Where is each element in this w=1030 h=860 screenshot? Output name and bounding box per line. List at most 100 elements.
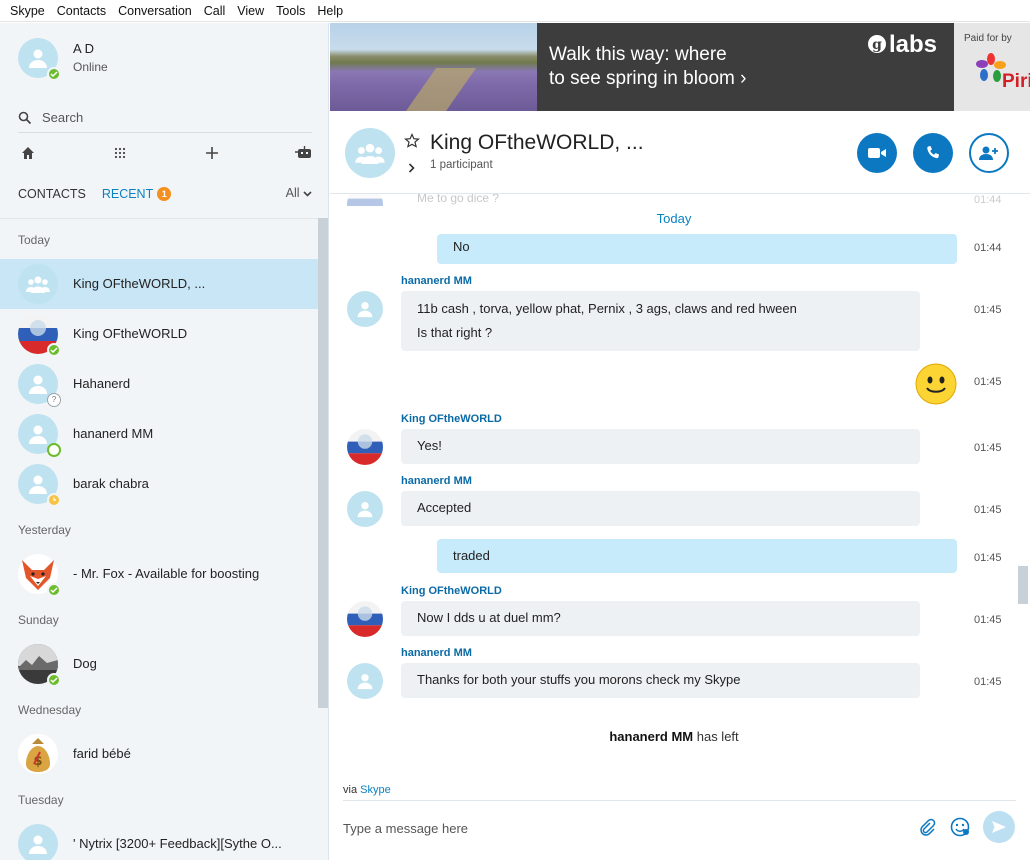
chevron-right-icon[interactable] bbox=[408, 161, 415, 176]
via-skype-link[interactable]: Skype bbox=[360, 784, 391, 796]
section-header: Wednesday bbox=[18, 703, 82, 717]
dialpad-button[interactable] bbox=[110, 143, 130, 163]
offline-status-icon bbox=[47, 443, 61, 457]
message-time: 01:45 bbox=[974, 676, 1002, 688]
audio-call-button[interactable] bbox=[913, 133, 953, 173]
person-icon bbox=[29, 425, 47, 444]
menu-call[interactable]: Call bbox=[198, 0, 232, 22]
section-header: Yesterday bbox=[18, 523, 71, 537]
via-label: via Skype bbox=[343, 784, 391, 796]
message-sender: hananerd MM bbox=[401, 275, 472, 287]
contact-name: King OFtheWORLD, ... bbox=[73, 276, 206, 291]
day-separator: Today bbox=[656, 211, 692, 226]
message-time: 01:45 bbox=[974, 504, 1002, 516]
profile-name: A D bbox=[73, 41, 94, 56]
message-bubble-incoming[interactable]: 11b cash , torva, yellow phat, Pernix , … bbox=[401, 291, 920, 351]
person-icon bbox=[357, 674, 373, 690]
emoticon-button[interactable] bbox=[948, 815, 972, 839]
message-bubble-outgoing[interactable]: No bbox=[437, 234, 957, 264]
profile[interactable]: A D Online bbox=[18, 38, 318, 81]
avatar bbox=[347, 291, 383, 327]
ad-brand-text: labs bbox=[889, 31, 938, 58]
video-call-button[interactable] bbox=[857, 133, 897, 173]
phone-icon bbox=[927, 146, 939, 159]
video-camera-icon bbox=[868, 148, 886, 158]
person-icon bbox=[29, 835, 47, 854]
add-participant-button[interactable] bbox=[969, 133, 1009, 173]
avatar bbox=[347, 663, 383, 699]
avatar bbox=[347, 601, 383, 637]
svg-text:g: g bbox=[872, 37, 882, 53]
message-bubble-incoming[interactable]: Yes! bbox=[401, 429, 920, 464]
group-avatar[interactable] bbox=[345, 128, 395, 178]
avatar bbox=[347, 429, 383, 465]
menu-skype[interactable]: Skype bbox=[4, 0, 51, 22]
message-bubble-incoming[interactable]: Accepted bbox=[401, 491, 920, 526]
search-box[interactable]: Search bbox=[18, 103, 312, 133]
list-item[interactable]: - Mr. Fox - Available for boosting bbox=[0, 549, 318, 599]
list-item[interactable]: Dog bbox=[0, 639, 318, 689]
system-message: hananerd MM has left bbox=[330, 729, 1018, 744]
contact-tabs: CONTACTS RECENT 1 All bbox=[18, 183, 314, 205]
home-button[interactable] bbox=[18, 143, 38, 163]
person-icon bbox=[357, 502, 373, 518]
list-item[interactable]: barak chabra bbox=[0, 459, 318, 509]
ad-brand-logo: g labs bbox=[867, 31, 937, 59]
bots-button[interactable] bbox=[294, 143, 314, 163]
message-time: 01:45 bbox=[974, 376, 1002, 388]
online-status-icon bbox=[47, 343, 61, 357]
profile-avatar[interactable] bbox=[18, 38, 61, 81]
person-icon bbox=[29, 375, 47, 394]
smile-emoticon-icon[interactable] bbox=[915, 363, 957, 405]
menu-view[interactable]: View bbox=[231, 0, 270, 22]
compose-box[interactable]: Type a message here bbox=[343, 800, 1016, 852]
list-item[interactable]: hananerd MM bbox=[0, 409, 318, 459]
menu-conversation[interactable]: Conversation bbox=[112, 0, 198, 22]
avatar bbox=[18, 414, 61, 457]
tab-recent-label: RECENT bbox=[101, 187, 154, 201]
message-bubble-outgoing[interactable]: traded bbox=[437, 539, 957, 573]
profile-status[interactable]: Online bbox=[73, 60, 108, 74]
ad-paid-for-by: Paid for by bbox=[964, 33, 1012, 44]
money-bag-avatar-icon: $ bbox=[26, 738, 50, 772]
recent-list: Today King OFtheWORLD, ... King OFtheWOR… bbox=[0, 218, 318, 860]
message-sender: King OFtheWORLD bbox=[401, 413, 502, 425]
add-button[interactable] bbox=[202, 143, 222, 163]
avatar bbox=[18, 464, 61, 507]
message-time: 01:45 bbox=[974, 442, 1002, 454]
message-text-partial: Me to go dice ? bbox=[417, 194, 500, 205]
avatar bbox=[347, 491, 383, 527]
filter-dropdown[interactable]: All bbox=[286, 186, 312, 200]
tab-recent[interactable]: RECENT 1 bbox=[101, 187, 172, 201]
plus-icon bbox=[206, 147, 218, 159]
message-sender: hananerd MM bbox=[401, 475, 472, 487]
conversation-title[interactable]: King OFtheWORLD, ... bbox=[430, 131, 644, 155]
guardian-g-icon: g bbox=[868, 35, 886, 53]
participant-count[interactable]: 1 participant bbox=[430, 159, 493, 171]
contact-list-scrollbar[interactable] bbox=[318, 218, 328, 708]
chat-scrollbar[interactable] bbox=[1018, 566, 1028, 604]
menu-tools[interactable]: Tools bbox=[270, 0, 311, 22]
attach-button[interactable] bbox=[915, 815, 939, 839]
message-input[interactable]: Type a message here bbox=[343, 821, 468, 836]
list-item[interactable]: $ farid bébé bbox=[0, 729, 318, 779]
list-item[interactable]: ? Hahanerd bbox=[0, 359, 318, 409]
recent-badge: 1 bbox=[157, 187, 172, 201]
group-icon bbox=[26, 276, 50, 293]
group-icon bbox=[355, 143, 385, 164]
list-item[interactable]: ' Nytrix [3200+ Feedback][Sythe O... bbox=[0, 819, 318, 860]
message-bubble-incoming[interactable]: Thanks for both your stuffs you morons c… bbox=[401, 663, 920, 698]
list-item[interactable]: King OFtheWORLD bbox=[0, 309, 318, 359]
list-item[interactable]: King OFtheWORLD, ... bbox=[0, 259, 318, 309]
menu-help[interactable]: Help bbox=[311, 0, 349, 22]
send-button[interactable] bbox=[983, 811, 1015, 843]
tab-contacts[interactable]: CONTACTS bbox=[18, 187, 86, 201]
menu-contacts[interactable]: Contacts bbox=[51, 0, 112, 22]
message-bubble-incoming[interactable]: Now I dds u at duel mm? bbox=[401, 601, 920, 636]
search-label: Search bbox=[42, 110, 84, 125]
ad-banner[interactable]: Walk this way: where to see spring in bl… bbox=[330, 23, 1030, 111]
via-text: via bbox=[343, 784, 361, 796]
unknown-status-icon: ? bbox=[47, 393, 61, 407]
favorite-star-icon[interactable] bbox=[404, 133, 420, 152]
ad-image bbox=[330, 23, 537, 111]
